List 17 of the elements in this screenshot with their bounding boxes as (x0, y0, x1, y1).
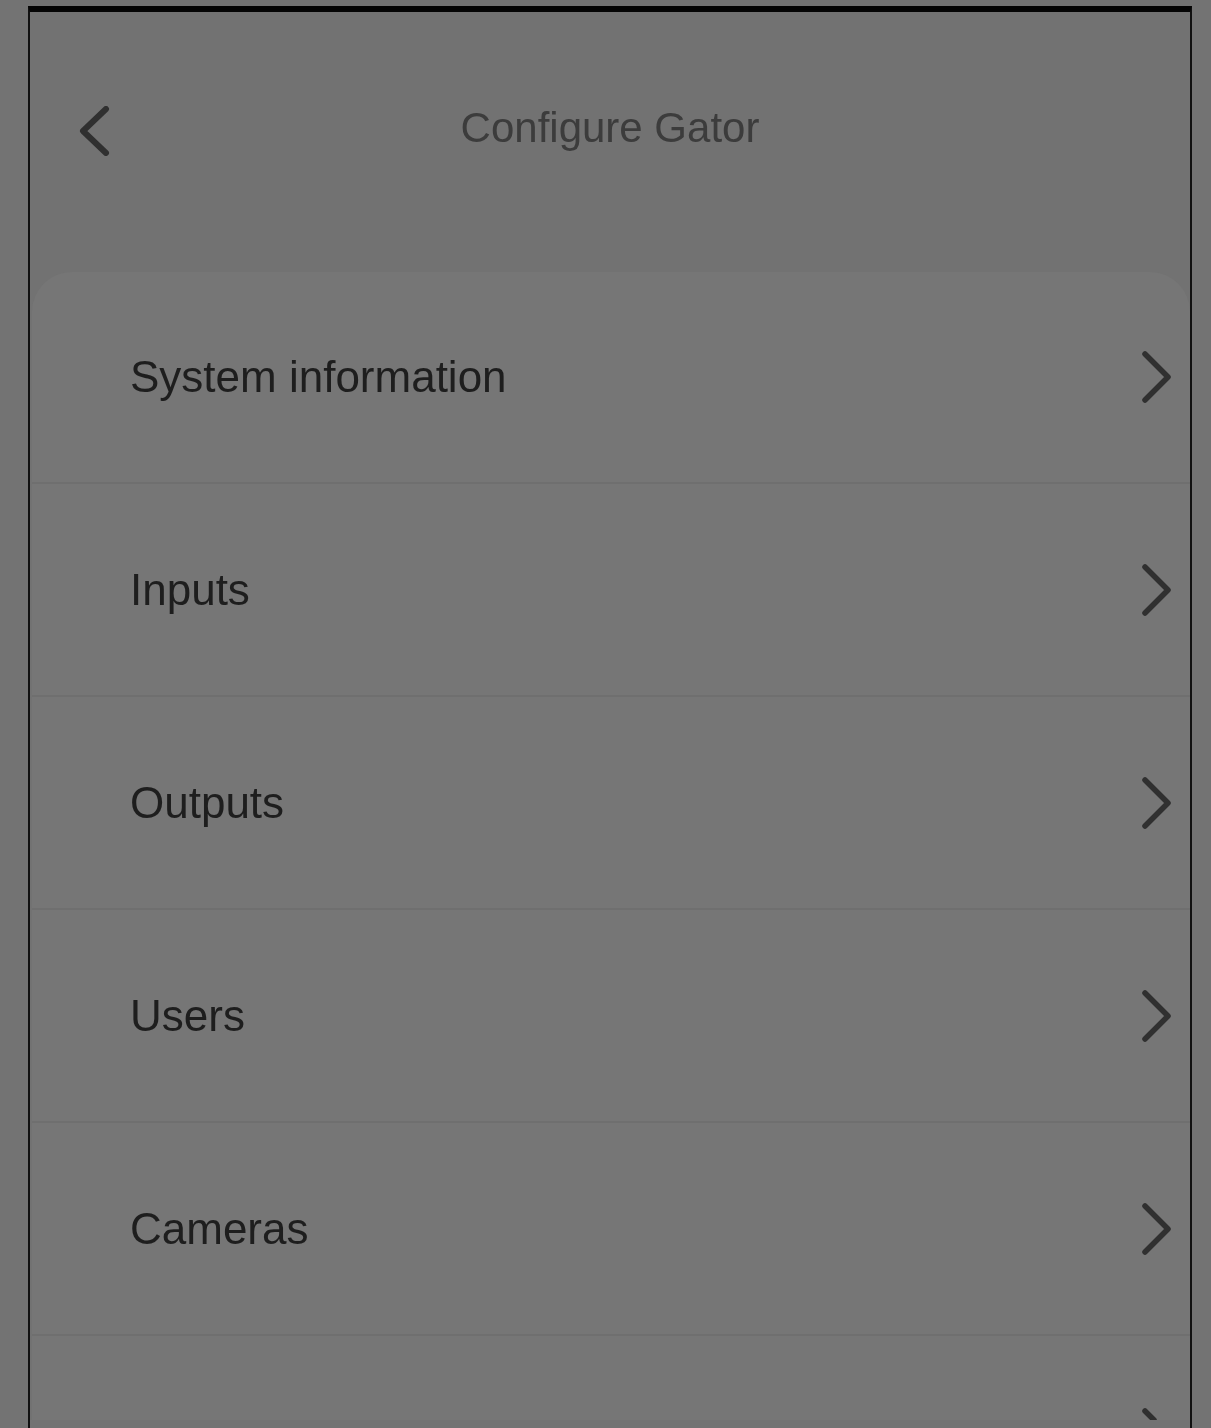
menu-item-label: System information (130, 352, 507, 402)
menu-item[interactable]: Inputs (32, 484, 1190, 697)
menu-item[interactable]: System information (32, 272, 1190, 484)
back-chevron-icon (78, 106, 110, 156)
chevron-right-icon (1142, 563, 1172, 616)
chevron-right-icon (1142, 776, 1172, 829)
chevron-right-icon (1142, 989, 1172, 1042)
menu-item[interactable]: Users (32, 910, 1190, 1123)
chevron-right-icon (1142, 1202, 1172, 1255)
chevron-right-icon (1142, 1408, 1158, 1420)
menu-item-label: Cameras (130, 1203, 309, 1254)
menu-item[interactable]: Outputs (32, 697, 1190, 910)
menu-item-label: Outputs (130, 777, 285, 828)
chevron-right-icon (1142, 351, 1172, 403)
menu-item-label: Users (130, 990, 245, 1041)
menu-item-label: Inputs (130, 564, 250, 615)
menu-item[interactable]: Cameras (32, 1123, 1190, 1336)
